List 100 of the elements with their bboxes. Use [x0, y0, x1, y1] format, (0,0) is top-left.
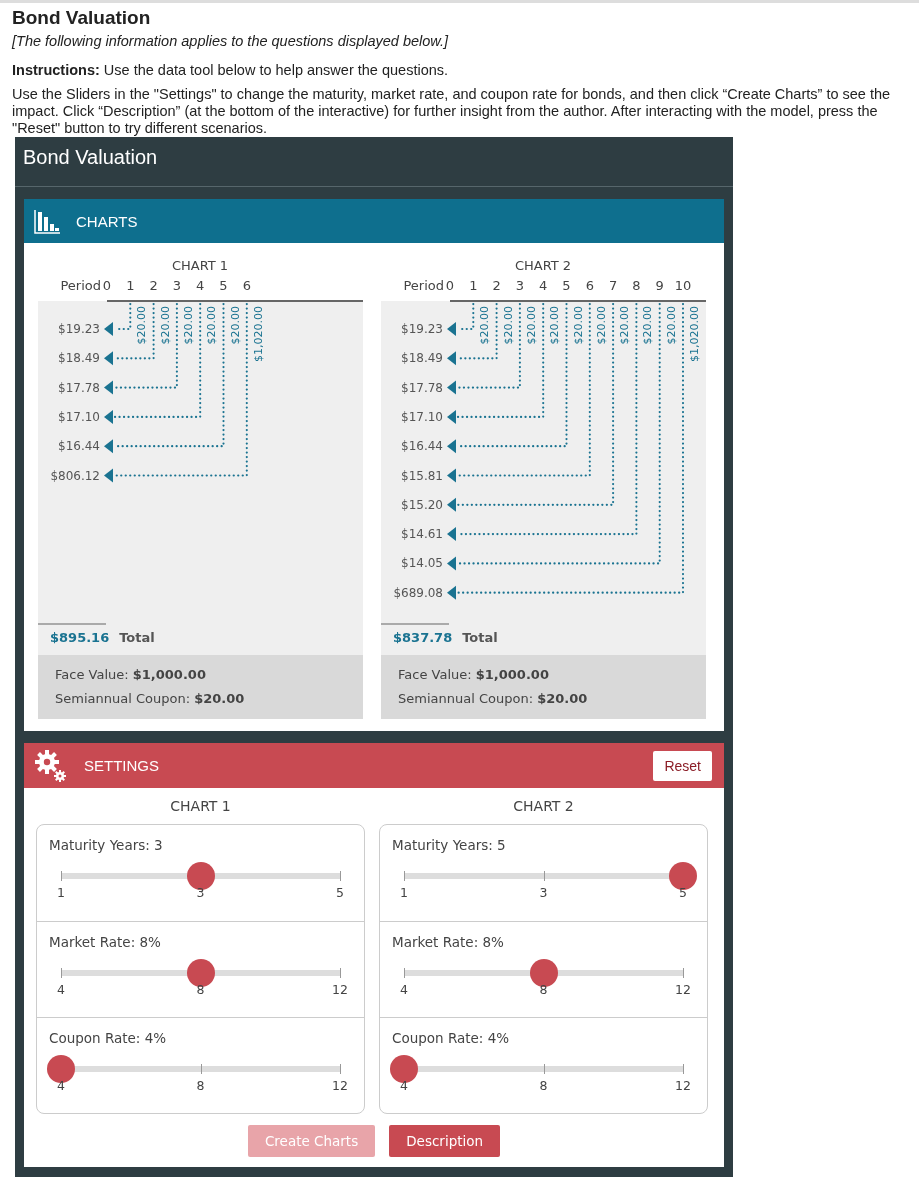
gears-icon	[34, 748, 68, 783]
slider-label: Market Rate: 8%	[392, 934, 505, 952]
present-value: $17.10	[401, 409, 443, 424]
slider-handle[interactable]	[186, 862, 215, 890]
period-number: 3	[515, 278, 525, 293]
slider-handle[interactable]	[669, 862, 697, 890]
tick-mark	[404, 968, 405, 978]
section-title: SETTINGS	[84, 757, 159, 774]
description-button[interactable]: Description	[389, 1125, 501, 1157]
tick-label: 5	[679, 885, 687, 900]
cash-flow-value: $1,020.00	[251, 306, 265, 362]
tick-label: 3	[196, 885, 205, 900]
cash-flow-value: $20.00	[594, 306, 608, 345]
coupon-text: Semiannual Coupon: $20.00	[398, 690, 589, 708]
tick-label: 1	[400, 885, 408, 900]
present-value: $806.12	[50, 468, 100, 483]
cash-flow-value: $20.00	[501, 306, 515, 345]
present-value: $18.49	[58, 351, 100, 366]
present-value: $16.44	[58, 439, 100, 454]
tick-label: 12	[332, 1078, 348, 1093]
tick-mark	[61, 871, 62, 881]
cash-flow-value: $20.00	[478, 306, 492, 345]
tick-mark	[683, 1064, 684, 1074]
present-value: $689.08	[393, 585, 443, 600]
slider-handle[interactable]	[186, 959, 215, 987]
slider-handle[interactable]	[390, 1055, 418, 1083]
slider-label: Maturity Years: 3	[49, 837, 164, 855]
slider-label: Coupon Rate: 4%	[392, 1030, 511, 1048]
cash-flow-value: $20.00	[571, 306, 585, 345]
tick-label: 5	[336, 885, 344, 900]
tick-mark	[543, 871, 545, 881]
period-number: 3	[172, 278, 182, 293]
paragraph-text: Use the Sliders in the "Settings" to change the maturity, market rate, and coupon rate for bonds, and then click “Create Charts” to see the impact. Click “Description” (at the bottom of the interactive) for further insight from the author. After interacting with the model, press the "Reset" button to try different scenarios.	[12, 86, 892, 137]
present-value: $19.23	[401, 322, 443, 336]
present-value: $17.10	[58, 409, 100, 424]
period-label: Period	[403, 278, 444, 293]
tool-title: Bond Valuation	[15, 137, 733, 187]
cash-flow-value: $20.00	[664, 306, 678, 345]
cash-flow-value: $20.00	[181, 306, 195, 345]
slider-label: Market Rate: 8%	[49, 934, 162, 952]
cash-flow-value: $20.00	[618, 306, 632, 345]
tick-mark	[340, 968, 341, 978]
total-label: Total	[462, 630, 498, 645]
tick-mark	[543, 1064, 545, 1074]
period-number: 8	[632, 278, 641, 293]
period-number: 2	[492, 278, 501, 293]
tick-label: 12	[675, 982, 691, 997]
present-value: $17.78	[401, 380, 443, 395]
present-value: $17.78	[58, 380, 100, 395]
tick-mark	[404, 871, 405, 881]
present-value: $19.23	[58, 322, 100, 336]
bar-chart-icon	[34, 208, 60, 234]
instructions-text: Instructions: Use the data tool below to help answer the questions.	[12, 62, 450, 78]
period-number: 6	[242, 278, 251, 293]
settings-chart-title: CHART 1	[169, 798, 232, 814]
tick-mark	[61, 968, 62, 978]
period-number: 9	[655, 278, 664, 293]
cash-flow-value: $20.00	[524, 306, 538, 345]
period-label: Period	[60, 278, 101, 293]
period-number: 7	[608, 278, 618, 293]
cash-flow-value: $1,020.00	[688, 306, 701, 362]
period-number: 5	[562, 278, 571, 293]
period-number: 6	[585, 278, 594, 293]
chart-title: CHART 1	[171, 258, 229, 273]
present-value: $14.61	[401, 527, 443, 542]
present-value: $14.05	[401, 556, 443, 571]
period-number: 2	[149, 278, 158, 293]
tick-label: 12	[332, 982, 348, 997]
present-value: $16.44	[401, 439, 443, 454]
tick-label: 8	[196, 1078, 205, 1093]
tick-mark	[200, 1064, 202, 1074]
tick-label: 8	[196, 982, 205, 997]
reset-button[interactable]: Reset	[653, 750, 712, 781]
note-text: [The following information applies to the questions displayed below.]	[12, 33, 450, 49]
chart-title: CHART 2	[514, 258, 572, 273]
period-number: 4	[196, 278, 205, 293]
cash-flow-value: $20.00	[158, 306, 172, 345]
cash-flow-value: $20.00	[135, 306, 149, 345]
coupon-text: Semiannual Coupon: $20.00	[55, 690, 246, 708]
tick-label: 4	[400, 982, 408, 997]
tick-label: 3	[539, 885, 548, 900]
face-value-text: Face Value: $1,000.00	[398, 666, 550, 684]
slider-label: Maturity Years: 5	[392, 837, 507, 855]
present-value: $18.49	[401, 351, 443, 366]
period-number: 0	[102, 278, 112, 293]
slider-handle[interactable]	[529, 959, 558, 987]
settings-chart-title: CHART 2	[512, 798, 575, 814]
total-label: Total	[119, 630, 155, 645]
tick-label: 4	[400, 1078, 408, 1093]
tick-mark	[340, 871, 341, 881]
slider-label: Coupon Rate: 4%	[49, 1030, 168, 1048]
period-number: 0	[445, 278, 455, 293]
period-number: 1	[126, 278, 135, 293]
total-value: $837.78	[393, 630, 453, 645]
period-number: 1	[469, 278, 478, 293]
tick-mark	[340, 1064, 341, 1074]
slider-handle[interactable]	[47, 1055, 75, 1083]
present-value: $15.20	[401, 497, 443, 512]
section-title: CHARTS	[76, 212, 138, 230]
face-value-text: Face Value: $1,000.00	[55, 666, 207, 684]
